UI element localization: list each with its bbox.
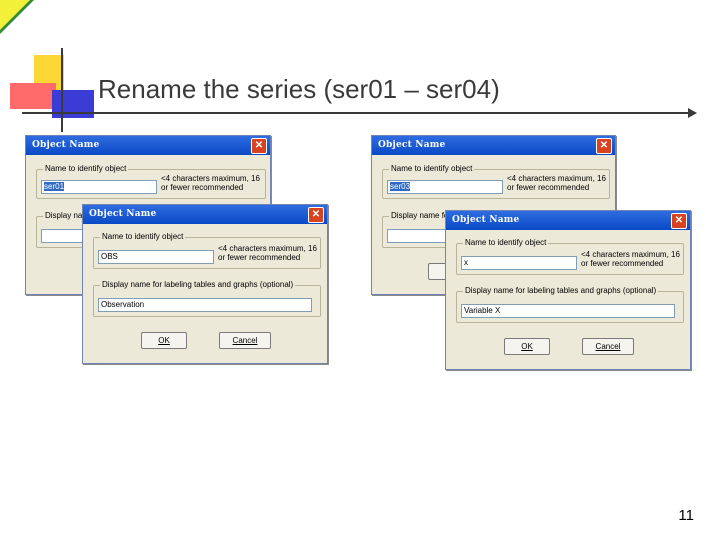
- name-input[interactable]: OBS: [98, 250, 214, 264]
- name-legend: Name to identify object: [463, 238, 549, 247]
- ok-button[interactable]: OK: [504, 338, 550, 355]
- name-group: Name to identify object OBS <4 character…: [93, 232, 321, 269]
- close-icon[interactable]: ✕: [251, 138, 267, 154]
- slide-title: Rename the series (ser01 – ser04): [98, 74, 500, 104]
- page-number: 11: [678, 507, 694, 524]
- dialog-title: Object Name: [89, 209, 157, 219]
- name-hint: <4 characters maximum, 16 or fewer recom…: [161, 174, 260, 192]
- name-input[interactable]: x: [461, 256, 577, 270]
- name-group: Name to identify object ser03 <4 charact…: [382, 164, 610, 199]
- cancel-button[interactable]: Cancel: [219, 332, 271, 349]
- decor-vertical-line: [61, 48, 63, 132]
- dialog-title: Object Name: [378, 140, 446, 150]
- dialog-title: Object Name: [452, 215, 520, 225]
- name-legend: Name to identify object: [43, 164, 129, 173]
- dialog-title: Object Name: [32, 140, 100, 150]
- name-legend: Name to identify object: [389, 164, 475, 173]
- display-group: Display name for labeling tables and gra…: [93, 280, 321, 317]
- object-name-dialog-4: Object Name ✕ Name to identify object x …: [445, 210, 691, 370]
- display-input[interactable]: Variable X: [461, 304, 675, 318]
- name-hint: <4 characters maximum, 16 or fewer recom…: [218, 244, 317, 262]
- object-name-dialog-2: Object Name ✕ Name to identify object OB…: [82, 204, 328, 364]
- dialog-titlebar[interactable]: Object Name ✕: [83, 205, 327, 224]
- dialog-titlebar[interactable]: Object Name ✕: [26, 136, 270, 155]
- display-legend: Display name fo: [389, 211, 451, 220]
- name-hint: <4 characters maximum, 16 or fewer recom…: [507, 174, 606, 192]
- ok-button[interactable]: OK: [141, 332, 187, 349]
- decor-horizontal-line: [22, 112, 692, 114]
- name-group: Name to identify object x <4 characters …: [456, 238, 684, 275]
- arrow-head-icon: [688, 108, 697, 118]
- close-icon[interactable]: ✕: [308, 207, 324, 223]
- name-input[interactable]: ser01: [41, 180, 157, 194]
- name-input[interactable]: ser03: [387, 180, 503, 194]
- dialog-titlebar[interactable]: Object Name ✕: [372, 136, 615, 155]
- display-input[interactable]: Observation: [98, 298, 312, 312]
- name-hint: <4 characters maximum, 16 or fewer recom…: [581, 250, 680, 268]
- corner-decoration-inner: [0, 0, 30, 30]
- name-legend: Name to identify object: [100, 232, 186, 241]
- decor-red-square: [10, 83, 56, 109]
- display-legend: Display name for labeling tables and gra…: [463, 286, 659, 295]
- cancel-button[interactable]: Cancel: [582, 338, 634, 355]
- dialog-titlebar[interactable]: Object Name ✕: [446, 211, 690, 230]
- name-group: Name to identify object ser01 <4 charact…: [36, 164, 266, 199]
- close-icon[interactable]: ✕: [671, 213, 687, 229]
- close-icon[interactable]: ✕: [596, 138, 612, 154]
- display-legend: Display name for labeling tables and gra…: [100, 280, 296, 289]
- display-group: Display name for labeling tables and gra…: [456, 286, 684, 323]
